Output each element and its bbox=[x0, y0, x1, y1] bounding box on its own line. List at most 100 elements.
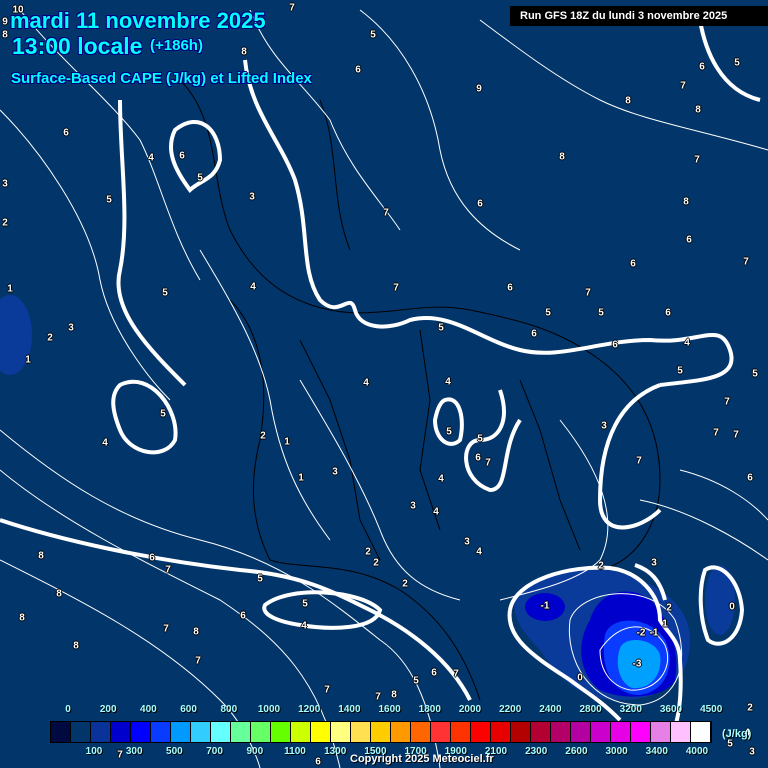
legend-tick-top: 3600 bbox=[659, 704, 683, 715]
legend-tick-top: 2000 bbox=[458, 704, 482, 715]
lifted-index-label: 7 bbox=[195, 655, 201, 667]
forecast-time: 13:00 locale bbox=[12, 33, 143, 59]
lifted-index-label: 5 bbox=[734, 57, 740, 69]
lifted-index-label: 6 bbox=[477, 198, 483, 210]
legend-tick-bottom: 300 bbox=[125, 746, 143, 757]
legend-swatch bbox=[391, 722, 411, 742]
lifted-index-label: 4 bbox=[148, 152, 154, 164]
copyright: Copyright 2025 Meteociel.fr bbox=[350, 753, 494, 765]
lifted-index-label: 8 bbox=[695, 104, 701, 116]
legend-tick-top: 600 bbox=[180, 704, 197, 715]
lifted-index-label: 3 bbox=[249, 191, 255, 203]
lifted-index-label: 0 bbox=[577, 672, 583, 684]
legend-tick-bottom: 1300 bbox=[324, 746, 347, 757]
lifted-index-label: 2 bbox=[373, 557, 379, 569]
lifted-index-label: 3 bbox=[464, 536, 470, 548]
lifted-index-label: 9 bbox=[2, 16, 8, 28]
legend-tick-bottom: 3000 bbox=[605, 746, 628, 757]
lifted-index-label: 5 bbox=[257, 573, 263, 585]
lifted-index-label: 6 bbox=[355, 64, 361, 76]
legend-tick-top: 1800 bbox=[418, 704, 441, 715]
legend-tick-bottom: 3400 bbox=[645, 746, 668, 757]
lifted-index-label: 1 bbox=[284, 436, 290, 448]
lifted-index-label: 7 bbox=[585, 287, 591, 299]
lifted-index-label: 5 bbox=[438, 322, 444, 334]
lifted-index-label: 7 bbox=[117, 749, 123, 761]
legend-swatch bbox=[551, 722, 571, 742]
lifted-index-label: 6 bbox=[665, 307, 671, 319]
lifted-index-label: 7 bbox=[733, 429, 739, 441]
legend-tick-top: 0 bbox=[65, 704, 71, 715]
legend-swatch bbox=[271, 722, 291, 742]
legend-tick-bottom: 2300 bbox=[525, 746, 548, 757]
lifted-index-label: 10 bbox=[12, 4, 24, 16]
lifted-index-label: 6 bbox=[531, 328, 537, 340]
lifted-index-label: 5 bbox=[197, 172, 203, 184]
lifted-index-label: 7 bbox=[393, 282, 399, 294]
lifted-index-label: 0 bbox=[729, 601, 735, 613]
legend-tick-top: 1000 bbox=[257, 704, 281, 715]
lifted-index-label: 6 bbox=[179, 150, 185, 162]
legend-tick-top: 2400 bbox=[539, 704, 562, 715]
legend-tick-bottom: 1100 bbox=[284, 746, 306, 757]
legend-tick-top: 200 bbox=[99, 704, 117, 715]
forecast-date: mardi 11 novembre 2025 bbox=[10, 8, 266, 33]
lifted-index-label: -2 bbox=[636, 627, 646, 639]
lifted-index-label: 3 bbox=[410, 500, 416, 512]
lifted-index-label: 5 bbox=[446, 426, 452, 438]
legend-swatch bbox=[111, 722, 131, 742]
legend-swatch bbox=[51, 722, 71, 742]
legend-swatch bbox=[371, 722, 391, 742]
legend-tick-top: 400 bbox=[140, 704, 157, 715]
lifted-index-label: 8 bbox=[56, 588, 62, 600]
lifted-index-label: 3 bbox=[601, 420, 607, 432]
lifted-index-label: 2 bbox=[2, 217, 8, 229]
lifted-index-label: 6 bbox=[612, 339, 618, 351]
lifted-index-label: 8 bbox=[19, 612, 25, 624]
lifted-index-label: 5 bbox=[677, 365, 683, 377]
lifted-index-label: 4 bbox=[301, 620, 307, 632]
legend-swatch bbox=[531, 722, 551, 742]
lifted-index-label: 7 bbox=[694, 154, 700, 166]
lifted-index-label: 8 bbox=[241, 46, 247, 58]
lifted-index-label: 7 bbox=[375, 691, 381, 703]
legend-swatch bbox=[651, 722, 671, 742]
lifted-index-label: 8 bbox=[73, 640, 79, 652]
lifted-index-label: 3 bbox=[332, 466, 338, 478]
lifted-index-label: 7 bbox=[383, 207, 389, 219]
legend-swatch bbox=[471, 722, 491, 742]
legend-tick-top: 2800 bbox=[579, 704, 602, 715]
lifted-index-label: 6 bbox=[431, 667, 437, 679]
legend-tick-top: 1200 bbox=[298, 704, 321, 715]
lifted-index-label: 6 bbox=[240, 610, 246, 622]
legend-tick-bottom: 900 bbox=[246, 746, 264, 757]
legend-tick-bottom: 2600 bbox=[565, 746, 588, 757]
lifted-index-label: 6 bbox=[475, 452, 481, 464]
lifted-index-label: 1 bbox=[7, 283, 13, 295]
lifted-index-label: 6 bbox=[507, 282, 513, 294]
legend-swatch bbox=[331, 722, 351, 742]
lifted-index-label: 2 bbox=[260, 430, 266, 442]
lifted-index-label: 7 bbox=[453, 668, 459, 680]
legend-unit: (J/kg) bbox=[722, 728, 752, 740]
lifted-index-label: 2 bbox=[598, 560, 604, 572]
lifted-index-label: 5 bbox=[545, 307, 551, 319]
legend-swatch bbox=[71, 722, 91, 742]
lifted-index-label: 7 bbox=[324, 684, 330, 696]
lifted-index-label: 8 bbox=[391, 689, 397, 701]
lifted-index-label: 5 bbox=[106, 194, 112, 206]
forecast-lead-time: (+186h) bbox=[150, 37, 203, 54]
legend-tick-top: 2200 bbox=[499, 704, 522, 715]
lifted-index-label: 1 bbox=[25, 354, 31, 366]
color-legend bbox=[50, 721, 712, 743]
lifted-index-label: 4 bbox=[438, 473, 444, 485]
lifted-index-label: 4 bbox=[250, 281, 256, 293]
lifted-index-label: 8 bbox=[559, 151, 565, 163]
parameter-title: Surface-Based CAPE (J/kg) et Lifted Inde… bbox=[11, 70, 312, 87]
legend-swatch bbox=[611, 722, 631, 742]
legend-tick-top: 1400 bbox=[338, 704, 361, 715]
lifted-index-label: 3 bbox=[68, 322, 74, 334]
lifted-index-label: 3 bbox=[2, 178, 8, 190]
lifted-index-label: 4 bbox=[102, 437, 108, 449]
lifted-index-label: 6 bbox=[747, 472, 753, 484]
